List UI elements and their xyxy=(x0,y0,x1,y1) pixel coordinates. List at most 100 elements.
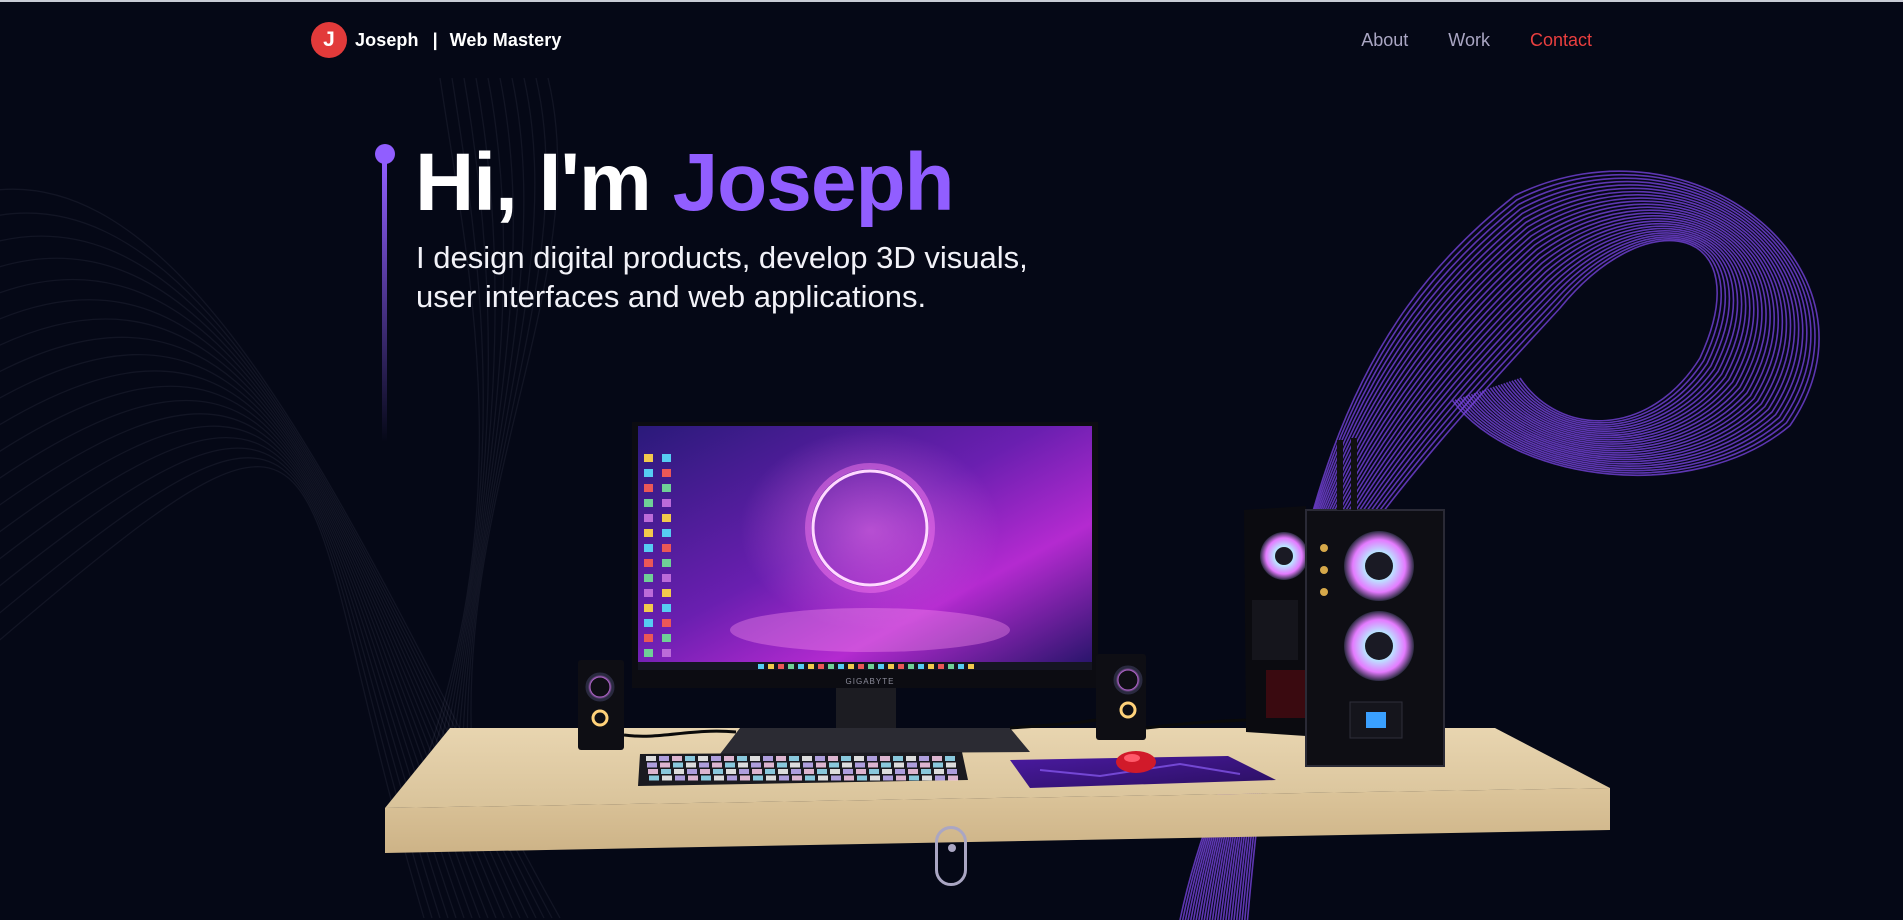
speaker-right xyxy=(1096,654,1146,740)
desktop-icon xyxy=(644,634,653,642)
keyboard-key xyxy=(919,756,929,761)
keyboard-key xyxy=(830,769,840,774)
keyboard-key xyxy=(948,775,958,781)
keyboard-key xyxy=(777,762,787,768)
keyboard-key xyxy=(932,756,942,761)
taskbar-icon xyxy=(758,664,764,669)
brand-separator: | xyxy=(432,29,438,50)
keyboard-key xyxy=(750,756,760,761)
taskbar-icon xyxy=(888,664,894,669)
taskbar-icon xyxy=(928,664,934,669)
desktop-icon xyxy=(644,499,653,507)
keyboard-key xyxy=(831,775,841,781)
keyboard-key xyxy=(662,775,672,781)
desktop-icon xyxy=(644,529,653,537)
hero-rail-line xyxy=(382,162,387,442)
keyboard-key xyxy=(646,756,656,761)
keyboard-key xyxy=(908,769,918,774)
desktop-icon xyxy=(662,454,671,462)
keyboard-key xyxy=(945,756,955,761)
desktop-icon xyxy=(644,559,653,567)
desktop-icon xyxy=(662,559,671,567)
desktop-icon xyxy=(644,514,653,522)
monitor-neck xyxy=(836,688,896,730)
keyboard-key xyxy=(893,756,903,761)
taskbar-icon xyxy=(898,664,904,669)
keyboard-key xyxy=(907,762,917,768)
keyboard-key xyxy=(672,756,682,761)
keyboard-key xyxy=(894,762,904,768)
keyboard-key xyxy=(752,769,762,774)
hero-subtitle-line-2: user interfaces and web applications. xyxy=(416,279,927,314)
keyboard-key xyxy=(647,762,657,768)
screen-glow xyxy=(740,430,1000,630)
keyboard-key xyxy=(828,756,838,761)
keyboard-key xyxy=(685,756,695,761)
taskbar xyxy=(638,662,1092,670)
keyboard-key xyxy=(802,756,812,761)
taskbar-icon xyxy=(868,664,874,669)
keyboard-key xyxy=(700,769,710,774)
keyboard-key xyxy=(724,756,734,761)
keyboard-key xyxy=(778,769,788,774)
keyboard-key xyxy=(920,762,930,768)
keyboard-key xyxy=(698,756,708,761)
desktop-icon xyxy=(662,529,671,537)
desktop-icon xyxy=(644,589,653,597)
keyboard-key xyxy=(712,762,722,768)
keyboard-key xyxy=(896,775,906,781)
keyboard-key xyxy=(766,775,776,781)
desktop-icon xyxy=(644,544,653,552)
cable-right xyxy=(1009,718,1097,730)
keyboard-key xyxy=(922,775,932,781)
taskbar-icon xyxy=(958,664,964,669)
mouse-scroll-icon xyxy=(948,844,956,852)
taskbar-icon xyxy=(948,664,954,669)
keyboard-key xyxy=(857,775,867,781)
keyboard-key xyxy=(935,775,945,781)
nav-link-work[interactable]: Work xyxy=(1448,30,1490,51)
keyboard-key xyxy=(738,762,748,768)
keyboard-key xyxy=(947,769,957,774)
keyboard-key xyxy=(868,762,878,768)
keyboard-key xyxy=(764,762,774,768)
page: J Joseph | Web Mastery About Work Contac… xyxy=(0,0,1903,920)
keyboard-key xyxy=(895,769,905,774)
keyboard-key xyxy=(883,775,893,781)
hero-rail-dot xyxy=(375,144,395,164)
keyboard-key xyxy=(789,756,799,761)
keyboard-key xyxy=(856,769,866,774)
keyboard-key xyxy=(803,762,813,768)
logo-icon: J xyxy=(311,22,347,58)
nav-link-about[interactable]: About xyxy=(1361,30,1408,51)
keyboard-key xyxy=(792,775,802,781)
keyboard-key xyxy=(791,769,801,774)
keyboard-key xyxy=(933,762,943,768)
keyboard-key xyxy=(906,756,916,761)
nav-link-contact[interactable]: Contact xyxy=(1530,30,1592,51)
keyboard-key xyxy=(841,756,851,761)
keyboard-key xyxy=(701,775,711,781)
desktop-icon xyxy=(662,499,671,507)
desktop-icon xyxy=(662,649,671,657)
keyboard-key xyxy=(804,769,814,774)
keyboard-key xyxy=(829,762,839,768)
keyboard-key xyxy=(711,756,721,761)
keyboard-key xyxy=(739,769,749,774)
keyboard-key xyxy=(673,762,683,768)
navbar: J Joseph | Web Mastery About Work Contac… xyxy=(0,2,1903,78)
hero-subtitle-line-1: I design digital products, develop 3D vi… xyxy=(416,240,1028,275)
hero-title: Hi, I'm Joseph xyxy=(415,136,955,230)
keyboard-key xyxy=(815,756,825,761)
taskbar-icon xyxy=(838,664,844,669)
monitor-brand-label: GIGABYTE xyxy=(846,677,895,686)
keyboard-key xyxy=(909,775,919,781)
brand-link[interactable]: J Joseph | Web Mastery xyxy=(311,22,561,58)
desktop-icon xyxy=(644,454,653,462)
desktop-icon xyxy=(662,514,671,522)
keyboard-key xyxy=(649,775,659,781)
taskbar-icon xyxy=(778,664,784,669)
scroll-down-button[interactable] xyxy=(935,826,967,886)
desktop-icon xyxy=(662,634,671,642)
keyboard-key xyxy=(737,756,747,761)
